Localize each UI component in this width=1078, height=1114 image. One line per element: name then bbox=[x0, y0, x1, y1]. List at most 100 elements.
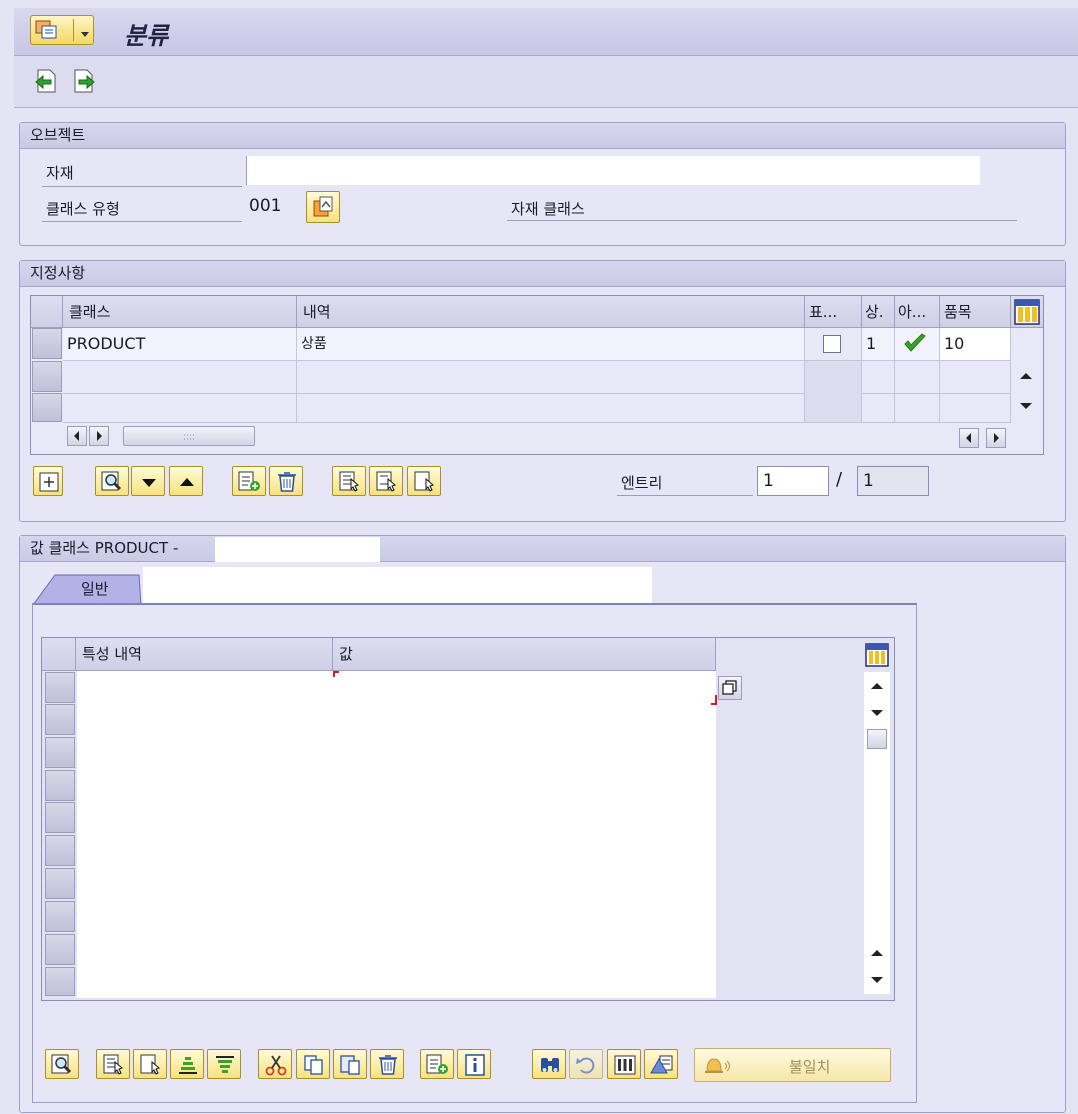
arrow-down-icon[interactable] bbox=[864, 967, 890, 993]
tab-area-redacted bbox=[143, 567, 652, 603]
row-selector[interactable] bbox=[45, 737, 75, 768]
row-selector[interactable] bbox=[45, 868, 75, 899]
class-type-label: 클래스 유형 bbox=[46, 200, 120, 218]
deselect-all-button[interactable] bbox=[407, 466, 441, 496]
standard-checkbox[interactable] bbox=[823, 335, 841, 353]
scroll-right-button[interactable] bbox=[986, 428, 1006, 448]
entry-current-field[interactable]: 1 bbox=[757, 466, 829, 496]
column-config-button[interactable] bbox=[864, 641, 890, 669]
row-selector[interactable] bbox=[45, 672, 75, 703]
paste-icon bbox=[340, 1055, 360, 1075]
select-all-cell[interactable] bbox=[31, 296, 63, 328]
details-button[interactable] bbox=[95, 466, 129, 496]
copy-icon bbox=[304, 1055, 323, 1075]
magnifier-icon bbox=[51, 1054, 72, 1074]
move-down-button[interactable] bbox=[131, 466, 165, 496]
value-group-title: 값 클래스 PRODUCT - bbox=[30, 539, 179, 557]
trash-icon bbox=[379, 1055, 397, 1075]
sort-ascending-button[interactable] bbox=[170, 1049, 204, 1079]
deselect-all-button[interactable] bbox=[133, 1049, 167, 1079]
add-row-icon bbox=[238, 471, 260, 491]
column-config-button[interactable] bbox=[1011, 296, 1043, 328]
row-selector[interactable] bbox=[32, 393, 62, 422]
scroll-right-button[interactable] bbox=[89, 426, 109, 446]
tab-general-label: 일반 bbox=[81, 580, 109, 598]
select-block-button[interactable] bbox=[369, 466, 403, 496]
previous-object-icon[interactable] bbox=[34, 68, 58, 94]
select-all-button[interactable] bbox=[332, 466, 366, 496]
vertical-scrollbar[interactable] bbox=[864, 672, 890, 994]
scroll-thumb[interactable] bbox=[123, 426, 255, 446]
sort-descending-button[interactable] bbox=[207, 1049, 241, 1079]
cell-ok bbox=[895, 393, 940, 423]
material-field[interactable] bbox=[246, 156, 980, 185]
find-button[interactable] bbox=[532, 1049, 566, 1079]
value-help-button[interactable] bbox=[718, 676, 742, 700]
arrow-down-icon bbox=[1020, 403, 1032, 409]
paste-button[interactable] bbox=[333, 1049, 367, 1079]
undo-button[interactable] bbox=[569, 1049, 603, 1079]
assignment-table: 클래스 내역 표... 상. 아... 품목 PRODUCT 상품 1 10 bbox=[30, 295, 1044, 455]
row-selector[interactable] bbox=[32, 328, 62, 359]
scroll-up-button[interactable] bbox=[1015, 364, 1037, 388]
cell-item[interactable]: 10 bbox=[940, 328, 1011, 361]
app-toolbar bbox=[14, 56, 1078, 108]
arrow-up-icon[interactable] bbox=[864, 673, 890, 699]
page-title: 분류 bbox=[124, 22, 169, 50]
info-button[interactable] bbox=[457, 1049, 491, 1079]
col-class[interactable]: 클래스 bbox=[63, 296, 297, 328]
col-standard[interactable]: 표... bbox=[805, 296, 862, 328]
col-description[interactable]: 내역 bbox=[297, 296, 805, 328]
move-up-button[interactable] bbox=[169, 466, 203, 496]
details-button[interactable] bbox=[45, 1049, 79, 1079]
cut-button[interactable] bbox=[258, 1049, 292, 1079]
col-value[interactable]: 값 bbox=[333, 638, 716, 671]
row-selector[interactable] bbox=[45, 802, 75, 833]
delete-button[interactable] bbox=[370, 1049, 404, 1079]
add-row-button[interactable] bbox=[420, 1049, 454, 1079]
col-characteristic[interactable]: 특성 내역 bbox=[76, 638, 333, 671]
insert-line-button[interactable] bbox=[33, 466, 63, 496]
assignment-group-header: 지정사항 bbox=[20, 261, 1065, 287]
copy-button[interactable] bbox=[296, 1049, 330, 1079]
next-object-icon[interactable] bbox=[72, 68, 96, 94]
add-row-button[interactable] bbox=[232, 466, 266, 496]
scroll-down-button[interactable] bbox=[1015, 394, 1037, 418]
cell-ok bbox=[895, 361, 940, 394]
chart-button[interactable] bbox=[644, 1049, 678, 1079]
cell-class: PRODUCT bbox=[63, 328, 297, 361]
arrow-up-icon[interactable] bbox=[864, 940, 890, 966]
row-selector[interactable] bbox=[45, 835, 75, 866]
select-all-cell[interactable] bbox=[42, 638, 76, 671]
col-status[interactable]: 상. bbox=[862, 296, 895, 328]
row-selector[interactable] bbox=[45, 967, 75, 996]
menu-icon bbox=[35, 20, 57, 39]
select-all-button[interactable] bbox=[96, 1049, 130, 1079]
entry-separator: / bbox=[836, 469, 843, 490]
class-description-redacted bbox=[215, 537, 380, 562]
horizontal-scrollbar[interactable] bbox=[63, 424, 1011, 448]
arrow-down-icon[interactable] bbox=[864, 700, 890, 726]
col-item[interactable]: 품목 bbox=[940, 296, 1011, 328]
delete-row-button[interactable] bbox=[269, 466, 303, 496]
scroll-thumb[interactable] bbox=[867, 729, 887, 749]
scroll-left-button[interactable] bbox=[67, 426, 87, 446]
row-selector[interactable] bbox=[45, 770, 75, 801]
scroll-left-button[interactable] bbox=[959, 428, 979, 448]
row-selector[interactable] bbox=[45, 901, 75, 932]
insert-row-icon bbox=[39, 472, 59, 492]
col-ok[interactable]: 아... bbox=[895, 296, 940, 328]
mismatch-button[interactable]: 불일치 bbox=[694, 1048, 891, 1082]
class-type-help-button[interactable] bbox=[306, 191, 340, 223]
system-menu-button[interactable] bbox=[30, 15, 94, 45]
entry-label: 엔트리 bbox=[621, 474, 663, 492]
row-selector[interactable] bbox=[45, 704, 75, 735]
cell-status bbox=[862, 393, 895, 423]
column-settings-button[interactable] bbox=[607, 1049, 641, 1079]
select-all-icon bbox=[103, 1054, 123, 1075]
row-selector[interactable] bbox=[45, 934, 75, 965]
cell-class bbox=[63, 361, 297, 394]
class-type-value: 001 bbox=[249, 196, 282, 216]
row-selector[interactable] bbox=[32, 361, 62, 392]
arrow-right-icon bbox=[97, 431, 102, 441]
